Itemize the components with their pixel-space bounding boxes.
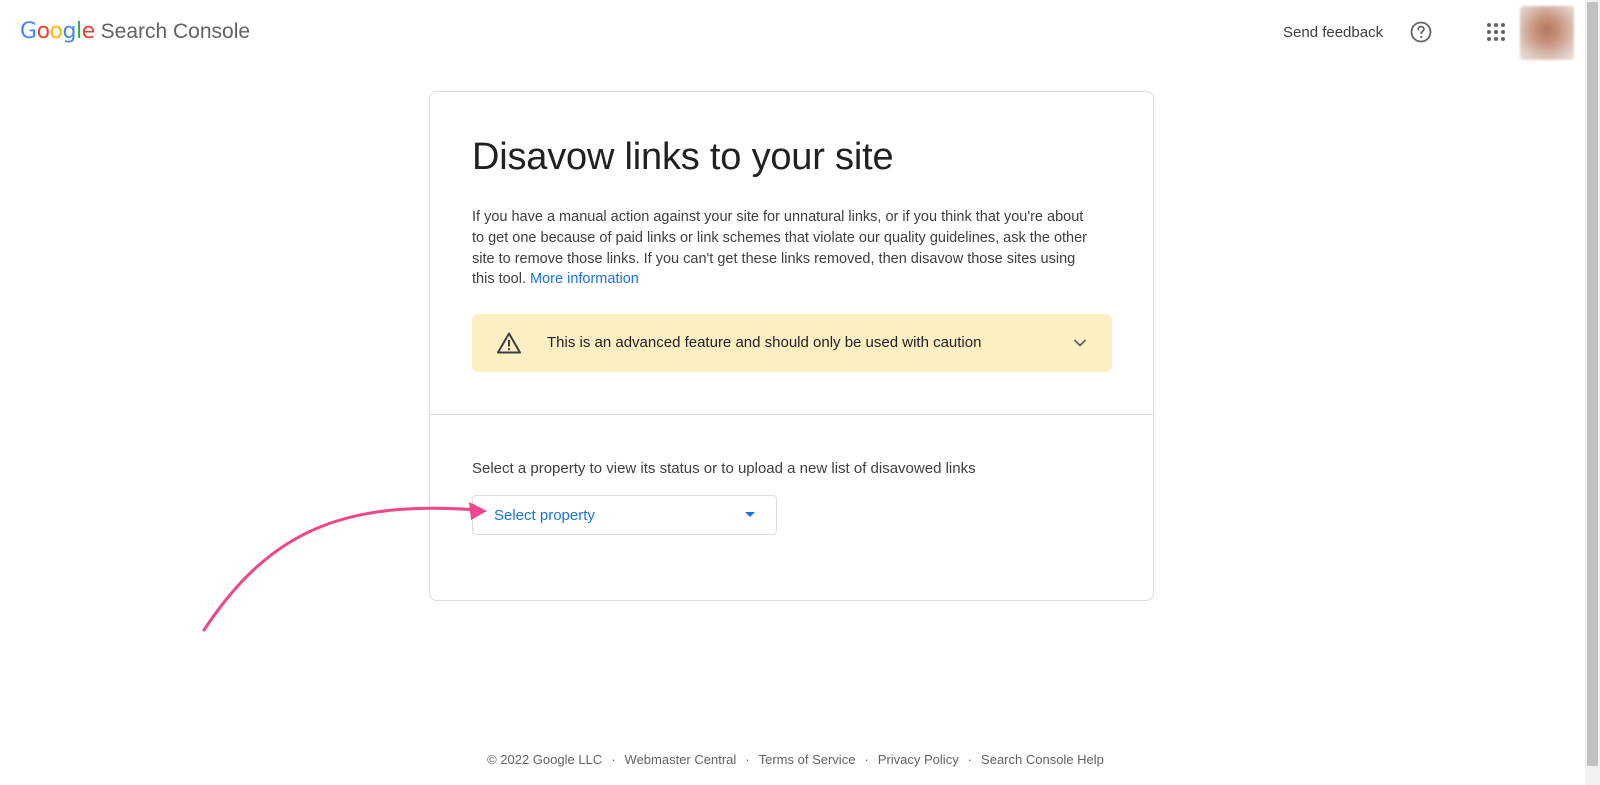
footer-separator: · (864, 752, 869, 767)
logo-letter: o (36, 19, 50, 44)
help-circle-icon (1410, 21, 1432, 43)
footer-separator: · (611, 752, 616, 767)
property-select-dropdown[interactable]: Select property (472, 495, 777, 535)
app-header: Google Search Console Send feedback (0, 0, 1585, 66)
product-name: Search Console (100, 20, 251, 43)
footer-link-terms-of-service[interactable]: Terms of Service (759, 752, 856, 767)
logo-letter: G (20, 19, 37, 44)
footer-separator: · (745, 752, 750, 767)
logo-letter: o (49, 19, 63, 44)
vertical-scrollbar[interactable] (1585, 0, 1600, 785)
help-button[interactable] (1409, 20, 1433, 44)
copyright-text: © 2022 Google LLC (487, 752, 603, 767)
google-apps-button[interactable] (1484, 20, 1508, 44)
select-property-value: Select property (494, 507, 595, 524)
search-console-logo[interactable]: Google Search Console (20, 19, 250, 44)
more-information-link[interactable]: More information (530, 271, 639, 287)
google-wordmark: Google (20, 19, 95, 44)
page-description: If you have a manual action against your… (472, 207, 1092, 290)
select-property-label: Select a property to view its status or … (472, 460, 976, 477)
footer-link-privacy-policy[interactable]: Privacy Policy (878, 752, 959, 767)
page-footer: © 2022 Google LLC · Webmaster Central · … (0, 752, 1585, 767)
chevron-down-icon[interactable] (1072, 335, 1088, 351)
page-title: Disavow links to your site (472, 136, 894, 178)
caution-text: This is an advanced feature and should o… (547, 334, 982, 351)
disavow-card: Disavow links to your site If you have a… (429, 91, 1154, 601)
account-avatar[interactable] (1520, 6, 1574, 60)
caution-banner[interactable]: This is an advanced feature and should o… (472, 314, 1112, 372)
logo-letter: g (62, 19, 77, 44)
footer-link-search-console-help[interactable]: Search Console Help (981, 752, 1104, 767)
scrollbar-thumb[interactable] (1587, 2, 1598, 766)
dropdown-arrow-icon (745, 512, 755, 517)
section-divider (430, 414, 1153, 415)
warning-triangle-icon (497, 332, 521, 354)
footer-link-webmaster-central[interactable]: Webmaster Central (625, 752, 737, 767)
footer-separator: · (967, 752, 973, 767)
send-feedback-link[interactable]: Send feedback (1283, 24, 1383, 41)
logo-letter: e (81, 19, 96, 44)
apps-grid-icon (1487, 23, 1505, 41)
